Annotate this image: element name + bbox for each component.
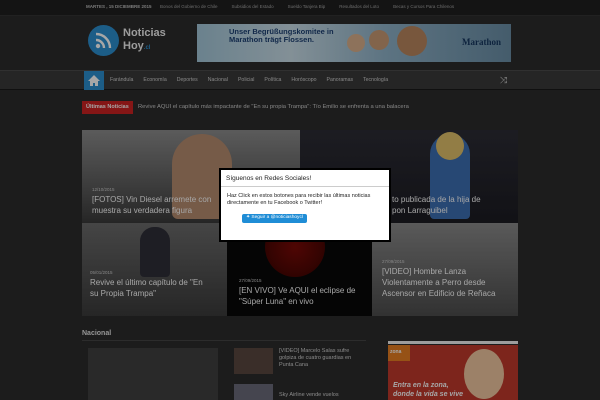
social-follow-modal: Síguenos en Redes Sociales! Haz Click en… [219, 168, 391, 242]
modal-title: Síguenos en Redes Sociales! [221, 170, 389, 187]
follow-label: Seguir a @noticiashoycl [251, 215, 303, 220]
twitter-icon: ✦ [246, 215, 251, 220]
twitter-follow-button[interactable]: ✦ Seguir a @noticiashoycl [242, 214, 307, 223]
modal-body: Haz Click en estos botones para recibir … [227, 193, 371, 206]
